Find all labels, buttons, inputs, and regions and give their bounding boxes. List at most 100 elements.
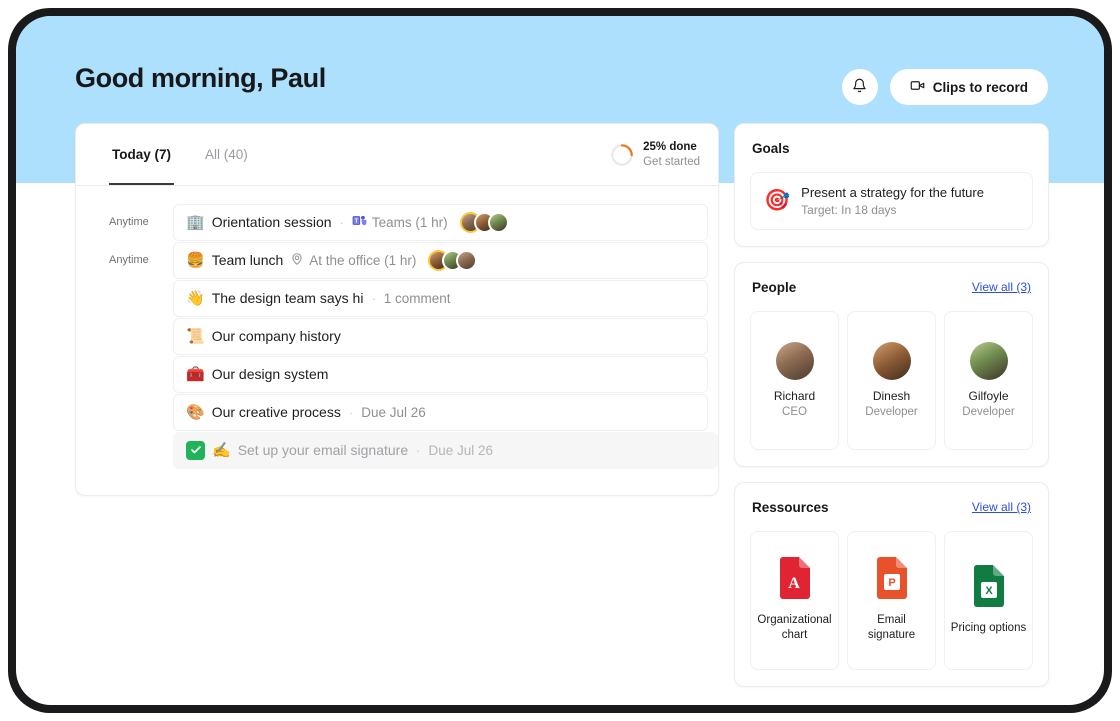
resources-title: Ressources (752, 499, 829, 515)
task-row[interactable]: 🧰 Our design system (76, 355, 718, 393)
person-role: Developer (962, 406, 1015, 419)
avatar (487, 211, 509, 233)
tab-today[interactable]: Today (7) (109, 124, 175, 185)
task-item[interactable]: 📜 Our company history (173, 317, 708, 355)
task-item[interactable]: ✍️ Set up your email signature · Due Jul 26 (173, 431, 718, 469)
task-separator: · (371, 290, 376, 306)
person-name: Dinesh (872, 389, 911, 404)
task-emoji-icon: 🧰 (186, 365, 205, 383)
task-emoji-icon: 🍔 (186, 251, 205, 269)
device-frame: Good morning, Paul Clips to record Today… (8, 8, 1112, 713)
person-name: Gilfoyle (968, 389, 1009, 404)
person-card[interactable]: Richard CEO (750, 310, 839, 450)
resource-card[interactable]: P Email signature (847, 530, 936, 670)
task-item[interactable]: 👋 The design team says hi · 1 comment (173, 279, 708, 317)
powerpoint-file-icon: P (875, 557, 909, 604)
task-row[interactable]: 🎨 Our creative process · Due Jul 26 (76, 393, 718, 431)
task-row[interactable]: 📜 Our company history (76, 317, 718, 355)
task-meta-label: Teams (1 hr) (371, 214, 448, 230)
people-view-all-link[interactable]: View all (3) (972, 280, 1031, 294)
resources-header: Ressources View all (3) (750, 500, 1033, 515)
progress-indicator: 25% done Get started (610, 140, 700, 169)
task-row[interactable]: ✍️ Set up your email signature · Due Jul 26 (76, 431, 718, 469)
resource-label: Organizational chart (757, 614, 832, 642)
task-title: Our creative process (211, 404, 341, 420)
task-meta-label: At the office (1 hr) (309, 252, 417, 268)
task-list: Anytime 🏢 Orientation session · T Teams (1 hr… (76, 186, 718, 495)
resources-panel: Ressources View all (3) A Organizational … (734, 481, 1049, 687)
avatar (969, 342, 1008, 381)
resources-grid: A Organizational chart P Email signature X Pr… (750, 530, 1033, 670)
task-item[interactable]: 🍔 Team lunch At the office (1 hr) (173, 241, 708, 279)
location-pin-icon (290, 252, 304, 269)
task-emoji-icon: ✍️ (212, 441, 231, 459)
person-role: CEO (782, 406, 807, 419)
person-card[interactable]: Dinesh Developer (847, 310, 936, 450)
task-item[interactable]: 🧰 Our design system (173, 355, 708, 393)
pdf-file-icon: A (778, 557, 812, 604)
progress-ring-icon (610, 143, 634, 167)
goals-header: Goals (750, 141, 1033, 156)
task-row[interactable]: Anytime 🏢 Orientation session · T Teams (1 hr… (76, 203, 718, 241)
goal-item[interactable]: 🎯 Present a strategy for the future Targ… (750, 172, 1033, 230)
task-time-label: Anytime (109, 216, 149, 228)
svg-text:A: A (788, 575, 800, 592)
task-emoji-icon: 📜 (186, 327, 205, 345)
resource-label: Pricing options (950, 621, 1027, 634)
goals-panel: Goals 🎯 Present a strategy for the futur… (734, 123, 1049, 247)
task-avatar-stack[interactable] (428, 249, 478, 271)
task-row[interactable]: 👋 The design team says hi · 1 comment (76, 279, 718, 317)
resource-label: Email signature (867, 614, 916, 642)
task-meta-label: Due Jul 26 (428, 442, 494, 458)
task-emoji-icon: 🏢 (186, 213, 205, 231)
task-meta: 1 comment (384, 291, 451, 306)
tab-all[interactable]: All (40) (202, 124, 251, 185)
task-meta: Due Jul 26 (361, 405, 426, 420)
task-meta: Due Jul 26 (428, 443, 493, 458)
sidebar-column: Goals 🎯 Present a strategy for the futur… (734, 123, 1049, 687)
task-separator: · (339, 214, 344, 230)
task-title: Orientation session (211, 214, 332, 230)
svg-text:X: X (985, 585, 993, 597)
task-meta-label: Due Jul 26 (361, 404, 426, 420)
task-title: Set up your email signature (237, 442, 409, 458)
task-meta: At the office (1 hr) (290, 252, 416, 269)
device-screen: Good morning, Paul Clips to record Today… (16, 16, 1104, 705)
teams-icon: T (352, 213, 367, 231)
svg-text:P: P (888, 577, 895, 589)
task-checkbox[interactable] (186, 440, 205, 460)
task-item[interactable]: 🎨 Our creative process · Due Jul 26 (173, 393, 708, 431)
task-avatar-stack[interactable] (459, 211, 509, 233)
resources-view-all-link[interactable]: View all (3) (972, 500, 1031, 514)
avatar (456, 249, 478, 271)
task-time-label: Anytime (109, 254, 149, 266)
task-title: Our design system (211, 366, 329, 382)
task-item[interactable]: 🏢 Orientation session · T Teams (1 hr) (173, 203, 708, 241)
tasks-tabs: Today (7) All (40) (109, 124, 251, 185)
resource-card[interactable]: A Organizational chart (750, 530, 839, 670)
progress-text: 25% done Get started (643, 140, 700, 169)
people-title: People (752, 279, 797, 295)
task-row[interactable]: Anytime 🍔 Team lunch At the office (1 hr) (76, 241, 718, 279)
people-grid: Richard CEO Dinesh Developer Gilfoyle Develop… (750, 310, 1033, 450)
avatar (872, 342, 911, 381)
task-title: The design team says hi (211, 290, 364, 306)
task-meta-label: 1 comment (383, 290, 451, 306)
task-title: Team lunch (211, 252, 284, 268)
task-emoji-icon: 🎨 (186, 403, 205, 421)
svg-text:T: T (355, 218, 359, 224)
page-body: Today (7) All (40) 25% done Get started … (16, 16, 1104, 705)
people-header: People View all (3) (750, 280, 1033, 295)
person-card[interactable]: Gilfoyle Developer (944, 310, 1033, 450)
resource-card[interactable]: X Pricing options (944, 530, 1033, 670)
people-panel: People View all (3) Richard CEO Dinesh Deve… (734, 261, 1049, 467)
excel-file-icon: X (972, 564, 1006, 612)
goal-target: Target: In 18 days (801, 202, 897, 217)
goal-name: Present a strategy for the future (801, 185, 984, 200)
target-icon: 🎯 (764, 189, 791, 213)
tasks-panel: Today (7) All (40) 25% done Get started … (75, 123, 719, 496)
task-separator: · (416, 442, 421, 458)
person-name: Richard (773, 389, 816, 404)
person-role: Developer (865, 406, 918, 419)
task-separator: · (348, 404, 354, 420)
